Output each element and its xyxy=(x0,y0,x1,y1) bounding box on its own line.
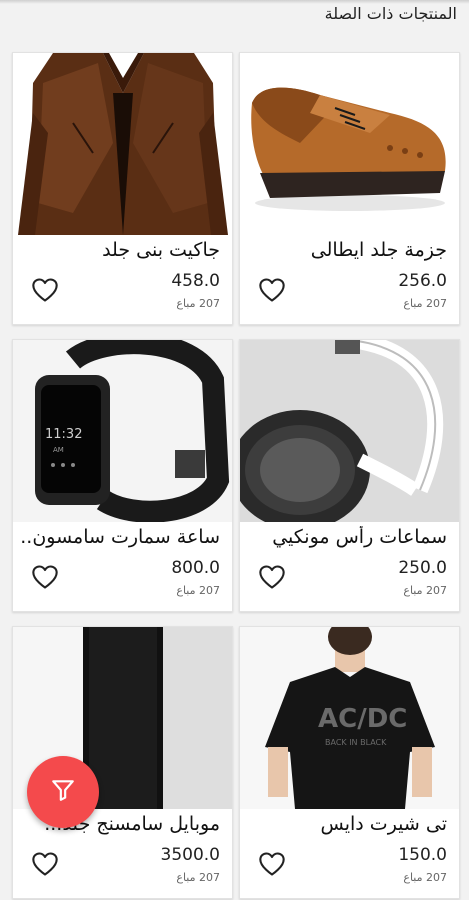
filter-button[interactable] xyxy=(27,756,99,828)
filter-icon xyxy=(50,777,76,807)
product-sold-count: 207 مباع xyxy=(403,584,447,597)
heart-outline-icon[interactable] xyxy=(31,564,59,590)
product-name: جاكيت بنى جلد xyxy=(102,239,220,261)
product-price: 800.0 xyxy=(171,558,220,578)
heart-outline-icon[interactable] xyxy=(258,851,286,877)
svg-text:11:32: 11:32 xyxy=(45,427,82,442)
product-name: ساعة سمارت سامسون.. xyxy=(20,526,220,548)
product-sold-count: 207 مباع xyxy=(176,297,220,310)
heart-outline-icon[interactable] xyxy=(258,277,286,303)
product-price: 3500.0 xyxy=(160,845,220,865)
product-card[interactable]: جاكيت بنى جلد 458.0 207 مباع xyxy=(12,52,233,325)
heart-outline-icon[interactable] xyxy=(31,851,59,877)
product-name: تى شيرت دايس xyxy=(320,813,447,835)
heart-outline-icon[interactable] xyxy=(258,564,286,590)
svg-text:AM: AM xyxy=(53,446,64,454)
product-name: سماعات رأس مونكيي xyxy=(272,526,447,548)
product-image-smartwatch: 11:32 AM xyxy=(13,340,232,522)
product-image-tshirt: AC/DC BACK IN BLACK xyxy=(240,627,459,809)
svg-text:BACK IN BLACK: BACK IN BLACK xyxy=(325,738,387,747)
product-price: 150.0 xyxy=(398,845,447,865)
product-sold-count: 207 مباع xyxy=(403,297,447,310)
product-sold-count: 207 مباع xyxy=(403,871,447,884)
product-card[interactable]: AC/DC BACK IN BLACK تى شيرت دايس 150.0 2… xyxy=(239,626,460,899)
svg-text:AC/DC: AC/DC xyxy=(318,704,407,734)
product-price: 458.0 xyxy=(171,271,220,291)
product-sold-count: 207 مباع xyxy=(176,871,220,884)
product-card[interactable]: جزمة جلد ايطالى 256.0 207 مباع xyxy=(239,52,460,325)
product-image-headphones xyxy=(240,340,459,522)
heart-outline-icon[interactable] xyxy=(31,277,59,303)
product-sold-count: 207 مباع xyxy=(176,584,220,597)
product-image-shoe xyxy=(240,53,459,235)
product-price: 256.0 xyxy=(398,271,447,291)
product-price: 250.0 xyxy=(398,558,447,578)
product-name: جزمة جلد ايطالى xyxy=(310,239,447,261)
product-card[interactable]: سماعات رأس مونكيي 250.0 207 مباع xyxy=(239,339,460,612)
product-image-jacket xyxy=(13,53,232,235)
product-card[interactable]: 11:32 AM ساعة سمارت سامسون.. 800.0 207 م… xyxy=(12,339,233,612)
